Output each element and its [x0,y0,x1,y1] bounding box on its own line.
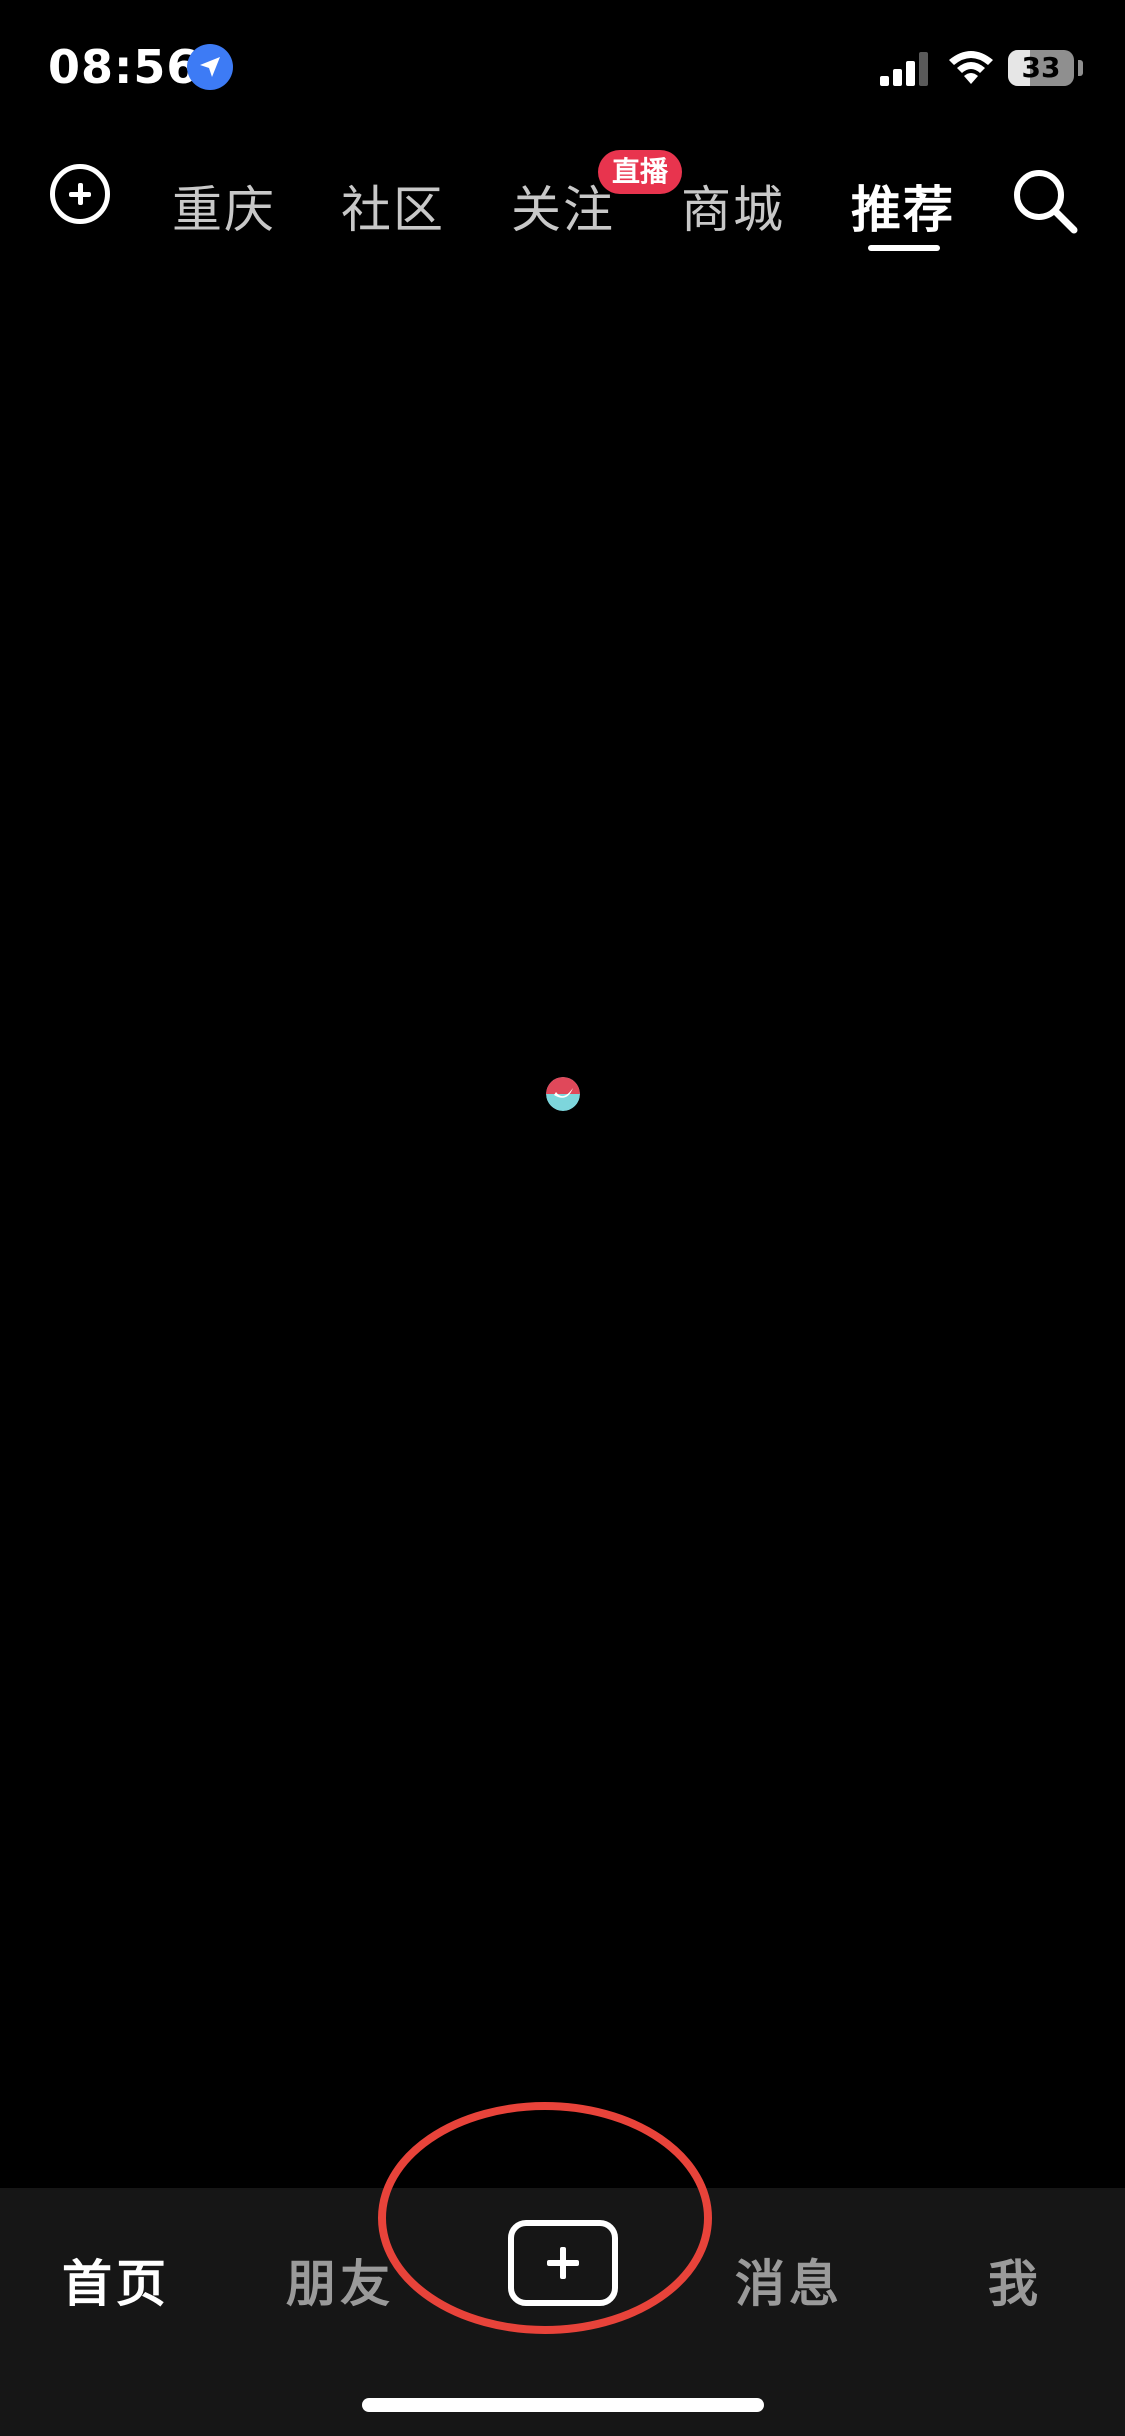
status-bar: 08:56 33 [0,0,1125,140]
battery-icon: 33 [1008,50,1074,86]
active-tab-indicator [868,245,940,251]
search-icon[interactable] [1010,166,1080,236]
top-nav: 重庆 社区 关注 直播 商城 推荐 [0,150,1125,260]
tab-chongqing[interactable]: 重庆 [172,170,276,242]
bottom-tab-home[interactable]: 首页 [62,2244,170,2316]
wifi-icon [949,51,993,84]
annotation-ellipse [378,2102,712,2334]
battery-tip [1078,60,1083,76]
status-time: 08:56 [48,40,200,94]
location-arrow-icon [187,44,233,90]
add-circle-icon[interactable] [50,164,110,224]
bottom-tab-messages[interactable]: 消息 [735,2244,843,2316]
signal-icon [880,52,928,86]
home-indicator [362,2398,764,2412]
tab-recommended[interactable]: 推荐 [851,170,955,242]
loading-spinner-icon [546,1077,580,1111]
bottom-tab-me[interactable]: 我 [988,2244,1042,2316]
tab-community[interactable]: 社区 [341,170,445,242]
tab-mall[interactable]: 商城 [681,170,785,242]
battery-level-text: 33 [1021,51,1061,84]
live-badge: 直播 [598,150,683,194]
